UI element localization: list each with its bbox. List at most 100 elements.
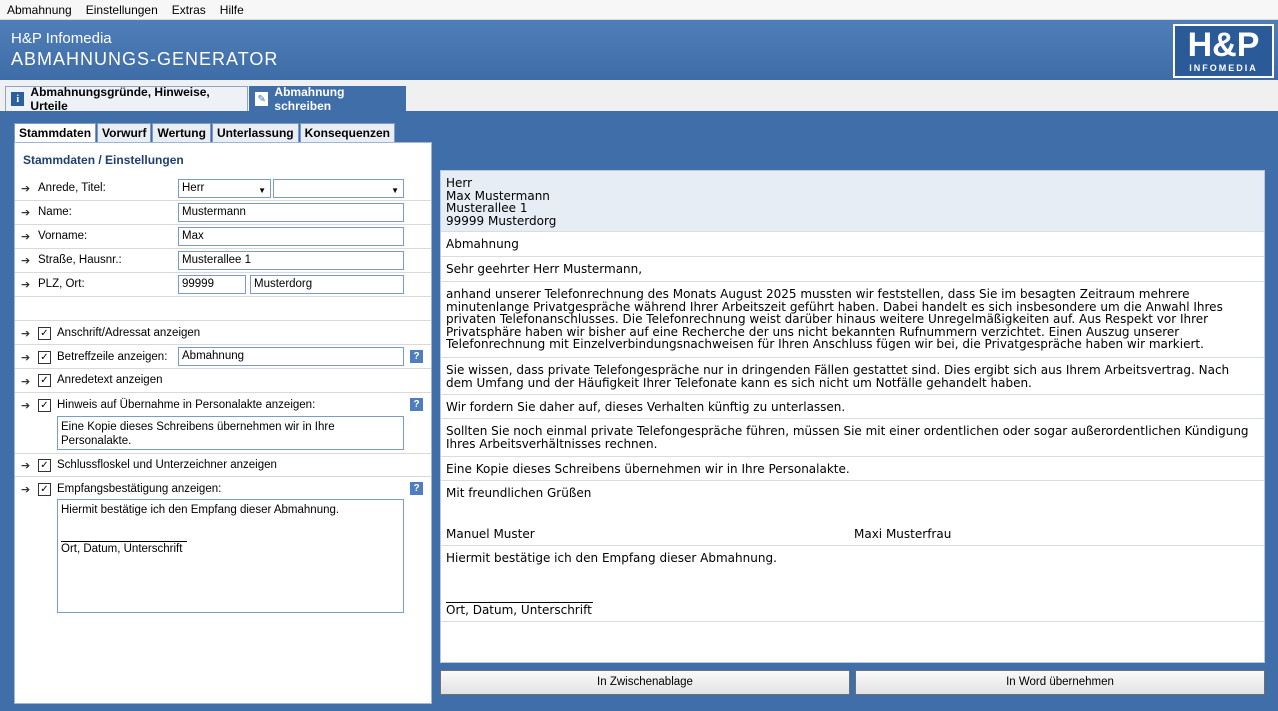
arrow-icon: ➔ bbox=[21, 484, 31, 496]
betreff-label: Betreffzeile anzeigen: bbox=[57, 351, 168, 363]
row-anredetext: ➔ ✓ Anredetext anzeigen bbox=[15, 369, 431, 393]
anschrift-label: Anschrift/Adressat anzeigen bbox=[57, 327, 201, 339]
app-banner: H&P Infomedia ABMAHNUNGS-GENERATOR H&P I… bbox=[0, 20, 1278, 80]
doc-paragraph-2: Sie wissen, dass private Telefongespräch… bbox=[441, 358, 1264, 395]
doc-signer-2: Maxi Musterfrau bbox=[854, 527, 952, 541]
main-tab-bar: i Abmahnungsgründe, Hinweise, Urteile ✎ … bbox=[0, 80, 1278, 113]
doc-salutation: Sehr geehrter Herr Mustermann, bbox=[441, 257, 1264, 282]
vorname-input[interactable]: Max bbox=[178, 227, 404, 246]
strasse-input[interactable]: Musterallee 1 bbox=[178, 251, 404, 270]
doc-paragraph-1: anhand unserer Telefonrechnung des Monat… bbox=[441, 282, 1264, 358]
chevron-down-icon: ▼ bbox=[258, 186, 266, 195]
row-name: ➔ Name: Mustermann bbox=[15, 201, 431, 225]
anrede-select[interactable]: Herr ▼ bbox=[178, 179, 271, 198]
row-personalakte: ➔ ✓ Hinweis auf Übernahme in Personalakt… bbox=[15, 393, 431, 454]
row-betreff: ➔ ✓ Betreffzeile anzeigen: Abmahnung ? bbox=[15, 345, 431, 369]
menu-einstellungen[interactable]: Einstellungen bbox=[79, 0, 165, 20]
panel-heading: Stammdaten / Einstellungen bbox=[23, 153, 184, 167]
empfang-gap bbox=[61, 517, 400, 541]
sub-tab-bar: Stammdaten Vorwurf Wertung Unterlassung … bbox=[14, 123, 396, 143]
menu-extras[interactable]: Extras bbox=[165, 0, 213, 20]
arrow-icon: ➔ bbox=[21, 460, 31, 472]
menu-hilfe[interactable]: Hilfe bbox=[213, 0, 251, 20]
schluss-checkbox[interactable]: ✓ bbox=[38, 459, 51, 472]
doc-receipt: Hiermit bestätige ich den Empfang dieser… bbox=[446, 551, 777, 565]
banner-title: ABMAHNUNGS-GENERATOR bbox=[11, 49, 279, 69]
menu-abmahnung[interactable]: Abmahnung bbox=[0, 0, 79, 20]
anrede-value: Herr bbox=[182, 182, 205, 194]
doc-subject: Abmahnung bbox=[441, 232, 1264, 257]
doc-paragraph-4: Sollten Sie noch einmal private Telefong… bbox=[441, 419, 1264, 457]
arrow-icon: ➔ bbox=[21, 231, 31, 243]
tab-label: Abmahnung schreiben bbox=[274, 85, 345, 113]
arrow-icon: ➔ bbox=[21, 207, 31, 219]
logo-subtext: INFOMEDIA bbox=[1189, 63, 1258, 73]
vorname-label: Vorname: bbox=[38, 230, 88, 242]
menu-bar: Abmahnung Einstellungen Extras Hilfe bbox=[0, 0, 1278, 20]
anrede-label: Anrede, Titel: bbox=[38, 182, 106, 194]
logo-text: H&P bbox=[1187, 26, 1260, 64]
name-label: Name: bbox=[38, 206, 72, 218]
info-icon: i bbox=[11, 92, 25, 106]
anredetext-checkbox[interactable]: ✓ bbox=[38, 374, 51, 387]
ort-input[interactable]: Musterdorg bbox=[250, 275, 404, 294]
arrow-icon: ➔ bbox=[21, 255, 31, 267]
empfang-label: Empfangsbestätigung anzeigen: bbox=[57, 483, 222, 495]
tab-abmahnungsgruende[interactable]: i Abmahnungsgründe, Hinweise, Urteile bbox=[5, 85, 248, 113]
arrow-icon: ➔ bbox=[21, 376, 31, 388]
tab-wertung[interactable]: Wertung bbox=[152, 123, 211, 142]
copy-to-clipboard-button[interactable]: In Zwischenablage bbox=[440, 670, 850, 695]
letter-preview[interactable]: Herr Max Mustermann Musterallee 1 99999 … bbox=[440, 170, 1265, 663]
doc-address-block: Herr Max Mustermann Musterallee 1 99999 … bbox=[441, 171, 1264, 232]
tab-abmahnung-schreiben[interactable]: ✎ Abmahnung schreiben bbox=[249, 85, 406, 113]
anschrift-checkbox[interactable]: ✓ bbox=[38, 327, 51, 340]
arrow-icon: ➔ bbox=[21, 328, 31, 340]
doc-receipt-sign: Ort, Datum, Unterschrift bbox=[446, 602, 592, 617]
betreff-checkbox[interactable]: ✓ bbox=[38, 351, 51, 364]
arrow-icon: ➔ bbox=[21, 352, 31, 364]
help-icon[interactable]: ? bbox=[410, 398, 423, 411]
doc-closing-block: Mit freundlichen Grüßen Manuel Muster Ma… bbox=[441, 481, 1264, 546]
anredetext-label: Anredetext anzeigen bbox=[57, 374, 163, 386]
plz-label: PLZ, Ort: bbox=[38, 278, 85, 290]
tab-label: Abmahnungsgründe, Hinweise, Urteile bbox=[30, 85, 210, 113]
tab-unterlassung[interactable]: Unterlassung bbox=[211, 123, 299, 142]
strasse-label: Straße, Hausnr.: bbox=[38, 254, 122, 266]
help-icon[interactable]: ? bbox=[410, 482, 423, 495]
doc-signer-1: Manuel Muster bbox=[446, 527, 535, 541]
doc-signature-line bbox=[446, 591, 593, 603]
empfang-checkbox[interactable]: ✓ bbox=[38, 483, 51, 496]
doc-address-line: Musterallee 1 bbox=[446, 201, 528, 215]
betreff-input[interactable]: Abmahnung bbox=[178, 347, 404, 366]
row-plz-ort: ➔ PLZ, Ort: 99999 Musterdorg bbox=[15, 273, 431, 297]
export-to-word-button[interactable]: In Word übernehmen bbox=[855, 670, 1265, 695]
tab-stammdaten[interactable]: Stammdaten bbox=[14, 123, 97, 143]
row-empfang: ➔ ✓ Empfangsbestätigung anzeigen: ? Hier… bbox=[15, 477, 431, 617]
tab-vorwurf[interactable]: Vorwurf bbox=[97, 123, 152, 142]
row-anrede: ➔ Anrede, Titel: Herr ▼ ▼ bbox=[15, 176, 431, 201]
personalakte-textarea[interactable]: Eine Kopie dieses Schreibens übernehmen … bbox=[57, 416, 404, 450]
name-input[interactable]: Mustermann bbox=[178, 203, 404, 222]
personalakte-checkbox[interactable]: ✓ bbox=[38, 399, 51, 412]
doc-closing: Mit freundlichen Grüßen bbox=[446, 486, 592, 500]
hp-logo: H&P INFOMEDIA bbox=[1173, 24, 1274, 78]
empfang-sign-text: Ort, Datum, Unterschrift bbox=[61, 543, 183, 555]
arrow-icon: ➔ bbox=[21, 183, 31, 195]
arrow-icon: ➔ bbox=[21, 279, 31, 291]
plz-input[interactable]: 99999 bbox=[178, 275, 246, 294]
titel-select[interactable]: ▼ bbox=[273, 179, 404, 198]
empfang-textarea[interactable]: Hiermit bestätige ich den Empfang dieser… bbox=[57, 499, 404, 613]
tab-konsequenzen[interactable]: Konsequenzen bbox=[299, 123, 395, 142]
doc-paragraph-3: Wir fordern Sie daher auf, dieses Verhal… bbox=[441, 395, 1264, 419]
doc-address-line: Max Mustermann bbox=[446, 188, 550, 203]
help-icon[interactable]: ? bbox=[410, 350, 423, 363]
arrow-icon: ➔ bbox=[21, 400, 31, 412]
doc-receipt-gap bbox=[446, 565, 1259, 591]
row-anschrift: ➔ ✓ Anschrift/Adressat anzeigen bbox=[15, 321, 431, 345]
doc-receipt-block: Hiermit bestätige ich den Empfang dieser… bbox=[441, 546, 1264, 622]
stammdaten-panel: Stammdaten / Einstellungen ➔ Anrede, Tit… bbox=[14, 142, 432, 704]
row-schlussfloskel: ➔ ✓ Schlussfloskel und Unterzeichner anz… bbox=[15, 454, 431, 477]
banner-subtitle: H&P Infomedia bbox=[11, 30, 112, 47]
personalakte-label: Hinweis auf Übernahme in Personalakte an… bbox=[57, 399, 316, 411]
doc-paragraph-5: Eine Kopie dieses Schreibens übernehmen … bbox=[441, 457, 1264, 481]
